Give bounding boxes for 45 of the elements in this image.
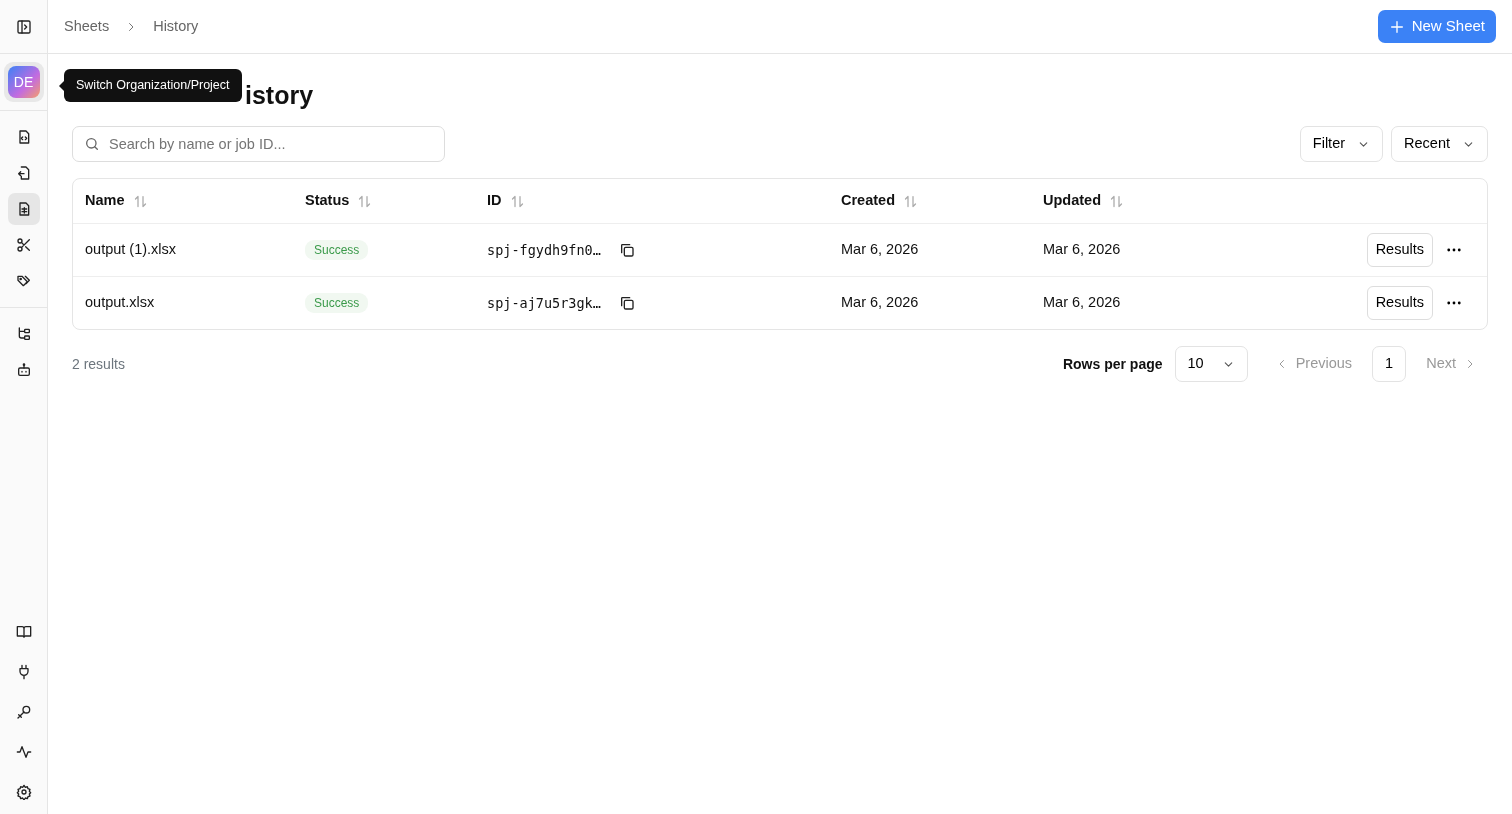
activity-icon	[15, 744, 32, 760]
result-count: 2 results	[72, 354, 125, 374]
rows-per-page-label: Rows per page	[1062, 354, 1163, 374]
table-cell-text: output.xlsx	[85, 293, 156, 313]
table-cell-text: Mar 6, 2026	[841, 293, 920, 313]
more-icon[interactable]	[1447, 248, 1461, 252]
table-cell-text: output (1).xlsx	[85, 240, 178, 260]
table-cell-text: spj-aj7u5r3gk…	[487, 293, 601, 313]
file-import-icon	[15, 165, 32, 181]
column-header[interactable]: ID	[487, 190, 502, 212]
page-button[interactable]: 1	[1372, 346, 1407, 382]
tags-icon	[15, 273, 32, 289]
table-cell-text: Mar 6, 2026	[1043, 240, 1122, 260]
new-sheet-button[interactable]: New Sheet	[1377, 10, 1496, 43]
copy-icon[interactable]	[618, 295, 635, 311]
tooltip-arrow	[59, 81, 64, 91]
breadcrumb-link[interactable]: Sheets	[64, 15, 110, 38]
page-title: istory	[245, 80, 315, 110]
rows-per-page-select[interactable]: 10	[1174, 346, 1248, 382]
more-icon[interactable]	[1447, 301, 1461, 305]
tooltip: Switch Organization/Project	[64, 69, 242, 102]
column-header[interactable]: Created	[841, 190, 895, 212]
book-icon	[15, 624, 32, 640]
column-header[interactable]: Updated	[1043, 190, 1101, 212]
column-header[interactable]: Status	[305, 190, 350, 212]
dropdown-button[interactable]: Recent	[1391, 126, 1488, 162]
key-icon	[15, 704, 32, 720]
table-cell-text: Mar 6, 2026	[841, 240, 920, 260]
table-cell-text: spj-fgydh9fn0…	[487, 240, 601, 260]
dropdown-button[interactable]: Filter	[1299, 126, 1384, 162]
settings-icon	[15, 784, 32, 800]
results-button[interactable]: Results	[1366, 286, 1433, 320]
column-header[interactable]: Name	[85, 190, 125, 212]
robot-icon	[15, 362, 32, 378]
copy-icon[interactable]	[618, 242, 635, 258]
sidebar-panel-icon	[15, 18, 32, 35]
table-cell-text: Mar 6, 2026	[1043, 293, 1122, 313]
sidebar-item[interactable]	[7, 193, 40, 225]
plus-icon	[1388, 18, 1405, 35]
status-badge: Success	[305, 293, 369, 314]
status-badge: Success	[305, 240, 369, 261]
search-field[interactable]: Search by name or job ID...	[72, 126, 445, 162]
scissors-icon	[15, 237, 32, 253]
breadcrumb-link[interactable]: History	[153, 15, 199, 38]
results-button[interactable]: Results	[1366, 233, 1433, 267]
